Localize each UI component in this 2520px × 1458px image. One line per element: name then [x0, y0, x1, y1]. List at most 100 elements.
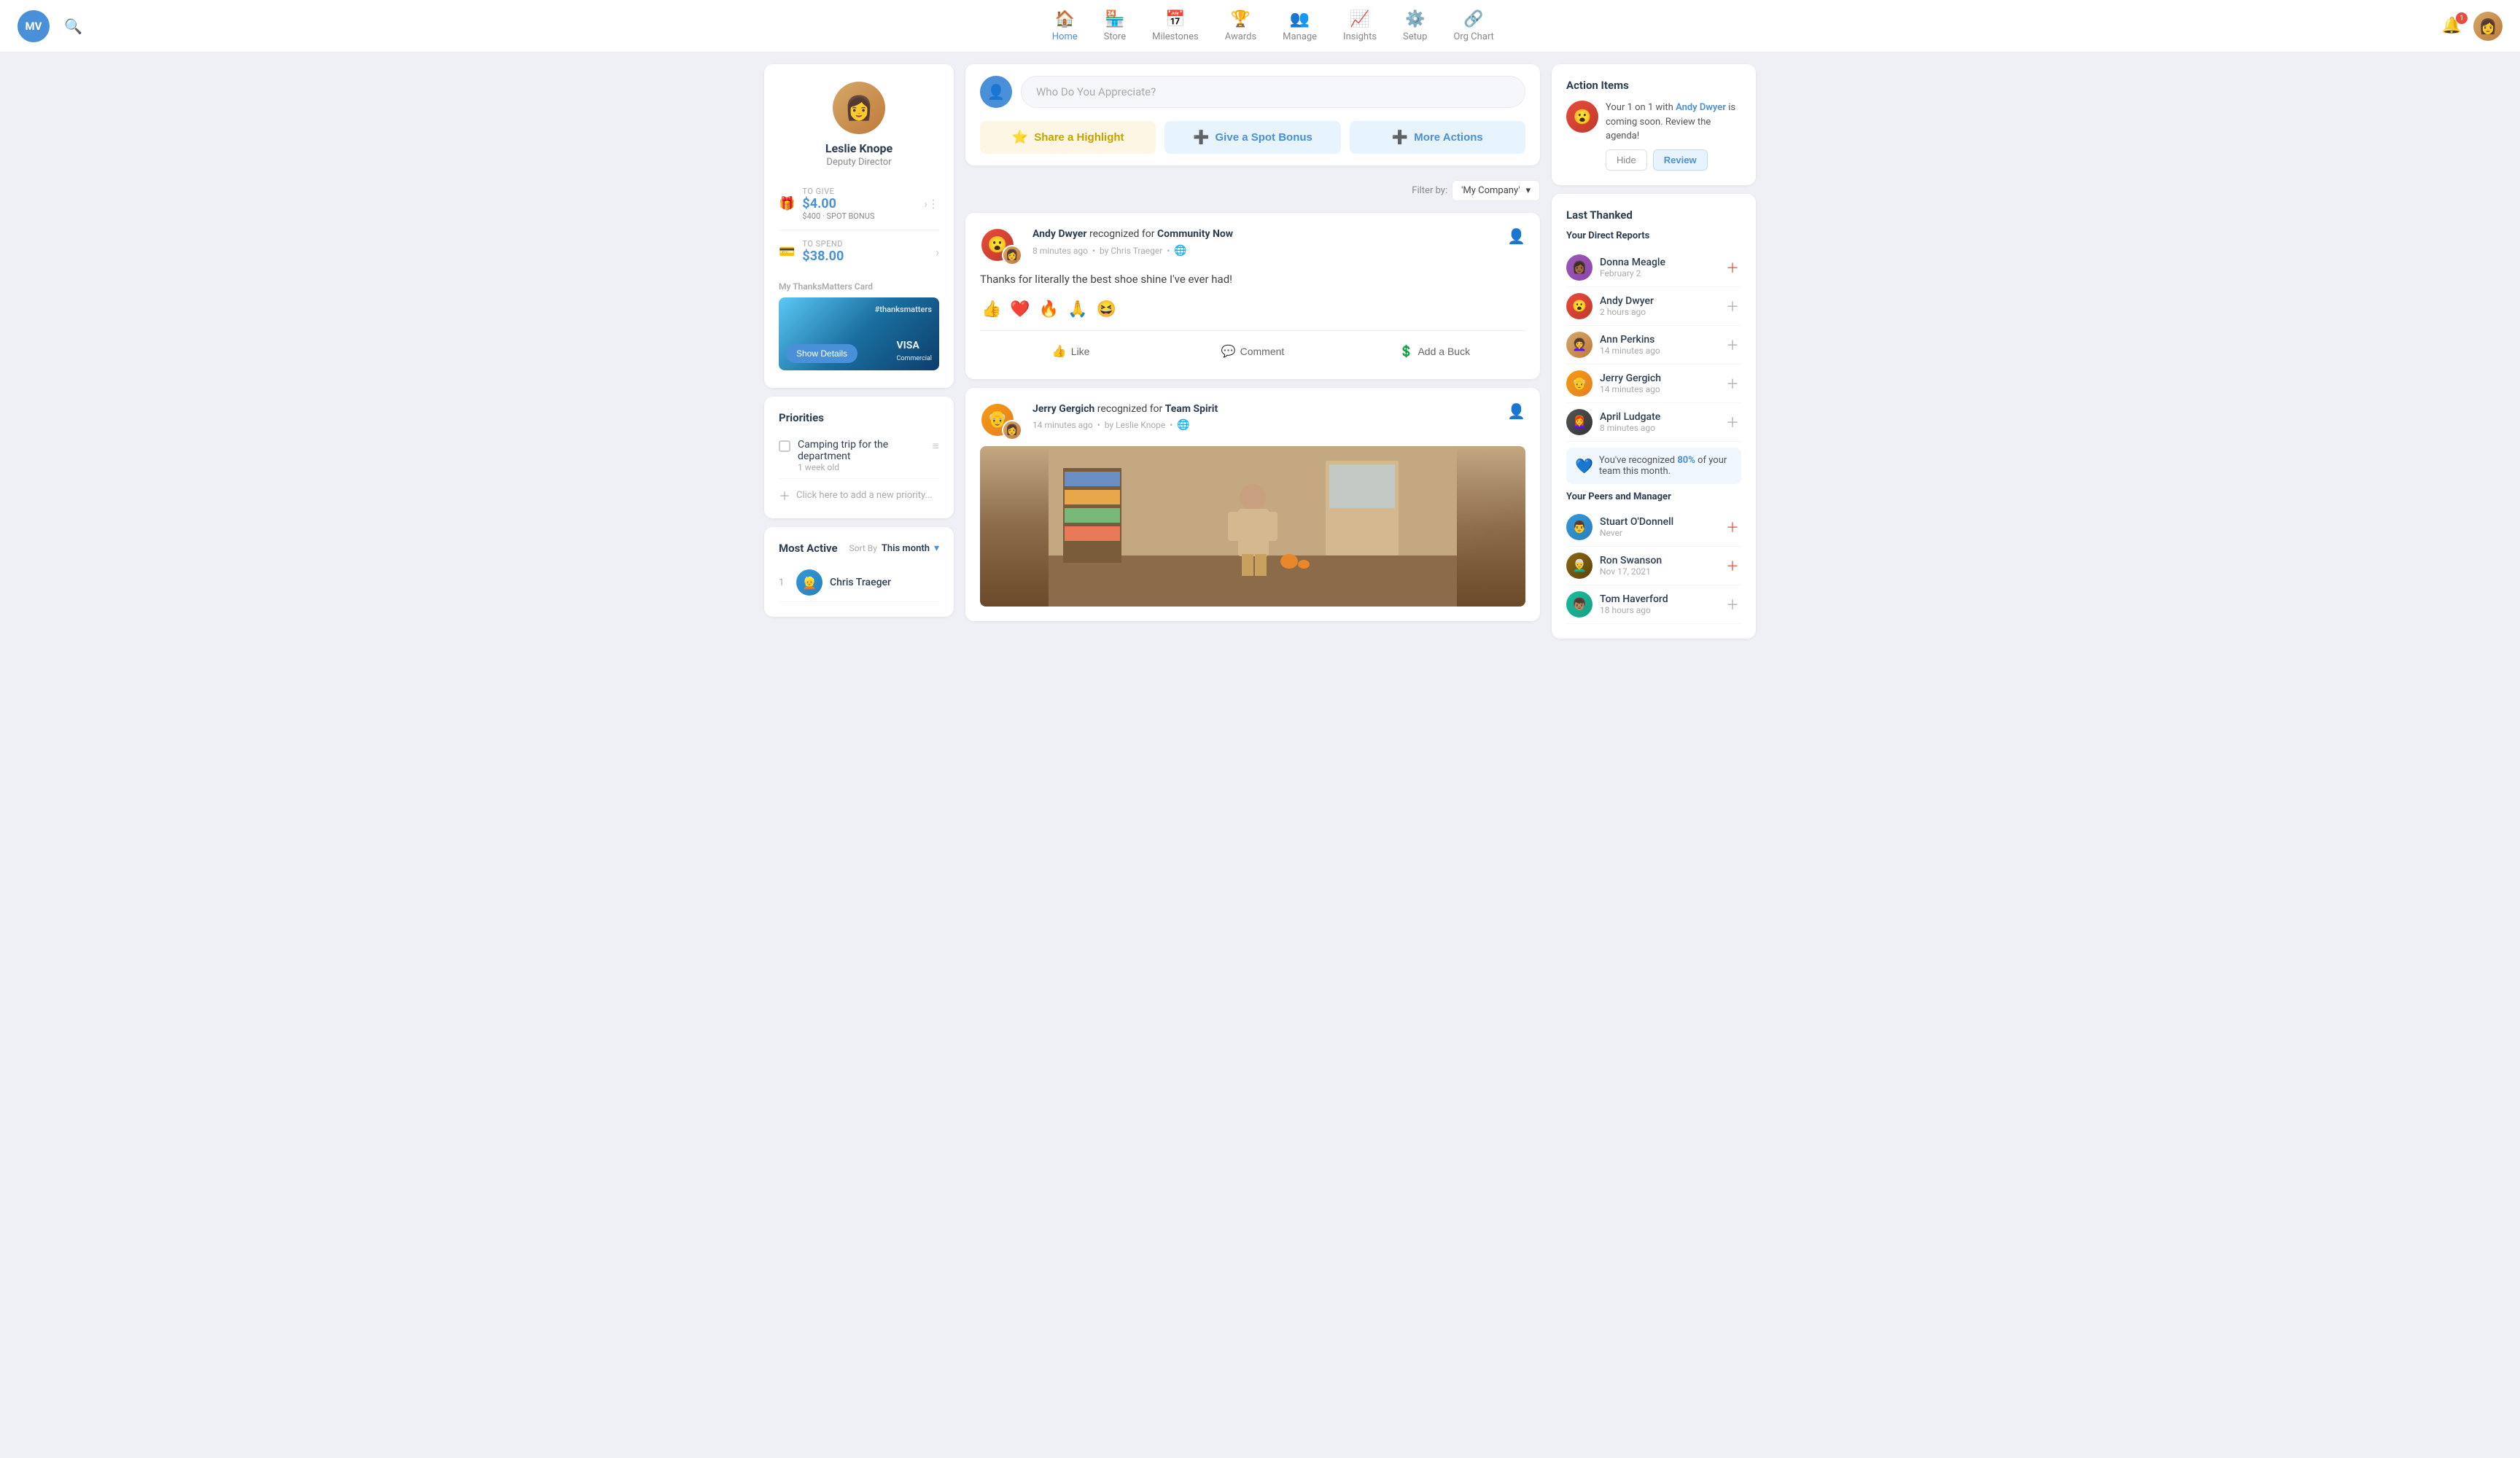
- visa-label: VISACommercial: [897, 340, 933, 363]
- reaction-pray[interactable]: 🙏: [1066, 298, 1089, 320]
- follow-icon-2[interactable]: 👤: [1507, 402, 1525, 420]
- ron-info: Ron Swanson Nov 17, 2021: [1600, 555, 1716, 577]
- ann-info: Ann Perkins 14 minutes ago: [1600, 334, 1716, 356]
- share-highlight-button[interactable]: ⭐ Share a Highlight: [980, 121, 1156, 154]
- action-item-link[interactable]: Andy Dwyer: [1676, 102, 1726, 113]
- nav-item-insights[interactable]: 📈Insights: [1343, 10, 1377, 42]
- priority-checkbox[interactable]: [779, 440, 790, 452]
- thank-jerry-button[interactable]: ＋: [1724, 375, 1741, 392]
- stuart-time: Never: [1600, 528, 1716, 538]
- priorities-card: Priorities Camping trip for the departme…: [764, 397, 954, 518]
- comment-button-1[interactable]: 💬 Comment: [1162, 338, 1343, 364]
- give-spot-bonus-button[interactable]: ➕ Give a Spot Bonus: [1164, 121, 1340, 154]
- nav-item-org-chart[interactable]: 🔗 Org Chart: [1453, 10, 1493, 42]
- jerry-name: Jerry Gergich: [1600, 373, 1716, 384]
- feed-image-scene: [980, 446, 1525, 607]
- to-give-label: TO GIVE: [802, 187, 924, 196]
- jerry-info: Jerry Gergich 14 minutes ago: [1600, 373, 1716, 394]
- appreciate-bar: 👤 Who Do You Appreciate? ⭐ Share a Highl…: [965, 64, 1540, 165]
- feed-header-2: 👴 👩 Jerry Gergich recognized for Team Sp…: [980, 402, 1525, 437]
- reaction-thumbs-up[interactable]: 👍: [980, 298, 1003, 320]
- nav-item-store[interactable]: 🏪Store: [1104, 10, 1126, 42]
- to-spend-label: TO SPEND: [802, 239, 936, 249]
- to-give-row[interactable]: 🎁 TO GIVE $4.00 $400 · SPOT BONUS › ⋮: [779, 178, 939, 230]
- notifications-bell[interactable]: 🔔 1: [2442, 17, 2462, 35]
- to-spend-row[interactable]: 💳 TO SPEND $38.00 ›: [779, 230, 939, 273]
- show-details-button[interactable]: Show Details: [786, 344, 858, 363]
- thank-andy-button[interactable]: ＋: [1724, 297, 1741, 315]
- filter-value: 'My Company': [1461, 185, 1520, 196]
- appreciate-avatar-icon: 👤: [980, 76, 1012, 108]
- to-give-sub: $400 · SPOT BONUS: [802, 211, 924, 221]
- hide-button[interactable]: Hide: [1606, 149, 1647, 171]
- manage-nav-icon: 👥: [1290, 10, 1310, 28]
- nav-items: 🏠Home 🏪Store 📅Milestones 🏆Awards 👥Manage 📈Ins…: [104, 10, 2442, 42]
- reaction-fire[interactable]: 🔥: [1038, 298, 1060, 320]
- ron-name: Ron Swanson: [1600, 555, 1716, 566]
- like-button-1[interactable]: 👍 Like: [980, 338, 1162, 364]
- reaction-heart[interactable]: ❤️: [1008, 298, 1031, 320]
- thank-tom-button[interactable]: ＋: [1724, 596, 1741, 613]
- review-button[interactable]: Review: [1653, 149, 1708, 171]
- donna-time: February 2: [1600, 268, 1716, 278]
- thank-ann-button[interactable]: ＋: [1724, 336, 1741, 354]
- to-spend-amount: $38.00: [802, 249, 936, 264]
- org-chart-nav-icon: 🔗: [1463, 10, 1483, 28]
- card-icon: 💳: [779, 244, 795, 260]
- profile-card: 👩 Leslie Knope Deputy Director 🎁 TO GIVE…: [764, 64, 954, 388]
- more-actions-button[interactable]: ➕ More Actions: [1350, 121, 1525, 154]
- profile-title: Deputy Director: [826, 157, 891, 168]
- top-navigation: MV 🔍 🏠Home 🏪Store 📅Milestones 🏆Awards 👥Manag…: [0, 0, 2520, 52]
- nav-item-setup[interactable]: ⚙️Setup: [1403, 10, 1427, 42]
- nav-item-manage[interactable]: 👥Manage: [1283, 10, 1317, 42]
- nav-item-home[interactable]: 🏠Home: [1052, 10, 1078, 42]
- action-item-avatar: 😮: [1566, 101, 1598, 133]
- filter-dropdown[interactable]: 'My Company' ▾: [1452, 180, 1540, 201]
- store-nav-label: Store: [1104, 31, 1126, 42]
- thanked-person-ron: 👨‍🦳 Ron Swanson Nov 17, 2021 ＋: [1566, 547, 1741, 585]
- most-active-header: Most Active Sort By This month ▾: [779, 542, 939, 555]
- nav-item-milestones[interactable]: 📅Milestones: [1152, 10, 1199, 42]
- thank-donna-button[interactable]: ＋: [1724, 259, 1741, 276]
- tom-info: Tom Haverford 18 hours ago: [1600, 593, 1716, 615]
- ann-time: 14 minutes ago: [1600, 346, 1716, 356]
- april-avatar: 👩‍🦰: [1566, 409, 1592, 435]
- april-name: April Ludgate: [1600, 411, 1716, 423]
- recognition-icon: 💙: [1575, 457, 1593, 475]
- user-avatar-nav[interactable]: 👩: [2473, 12, 2502, 41]
- nav-item-awards[interactable]: 🏆Awards: [1225, 10, 1256, 42]
- action-item-row: 😮 Your 1 on 1 with Andy Dwyer is coming …: [1566, 101, 1741, 171]
- add-priority[interactable]: ＋ Click here to add a new priority...: [779, 479, 939, 504]
- direct-reports-list: 👩🏾 Donna Meagle February 2 ＋ 😮 Andy Dwye…: [1566, 249, 1741, 442]
- thank-stuart-button[interactable]: ＋: [1724, 518, 1741, 536]
- post1-by: by Chris Traeger: [1100, 246, 1162, 256]
- to-give-menu[interactable]: ⋮: [928, 197, 939, 211]
- appreciate-input-row: 👤 Who Do You Appreciate?: [980, 76, 1525, 108]
- stuart-name: Stuart O'Donnell: [1600, 516, 1716, 528]
- action-item-buttons: Hide Review: [1606, 149, 1741, 171]
- buck-button-1[interactable]: 💲 Add a Buck: [1344, 338, 1525, 364]
- star-icon: ⭐: [1012, 130, 1028, 145]
- feed-title-2: Jerry Gergich recognized for Team Spirit: [1032, 402, 1507, 417]
- org-chart-nav-label: Org Chart: [1453, 31, 1493, 42]
- april-info: April Ludgate 8 minutes ago: [1600, 411, 1716, 433]
- globe-icon-1: 🌐: [1174, 245, 1186, 257]
- reaction-laugh[interactable]: 😆: [1095, 298, 1118, 320]
- ron-avatar: 👨‍🦳: [1566, 553, 1592, 579]
- app-logo[interactable]: MV: [18, 10, 50, 42]
- appreciate-input[interactable]: Who Do You Appreciate?: [1021, 76, 1525, 108]
- thank-ron-button[interactable]: ＋: [1724, 557, 1741, 574]
- thank-april-button[interactable]: ＋: [1724, 413, 1741, 431]
- follow-icon-1[interactable]: 👤: [1507, 227, 1525, 245]
- action-item-text: Your 1 on 1 with Andy Dwyer is coming so…: [1606, 101, 1741, 144]
- buck-icon: 💲: [1399, 344, 1414, 359]
- most-active-title: Most Active: [779, 542, 838, 555]
- priority-item: Camping trip for the department 1 week o…: [779, 433, 939, 479]
- post1-action: recognized for: [1089, 228, 1157, 240]
- profile-avatar: 👩: [833, 82, 885, 134]
- sort-by-control[interactable]: Sort By This month ▾: [849, 542, 940, 554]
- add-priority-label: Click here to add a new priority...: [796, 490, 933, 501]
- post2-time: 14 minutes ago: [1032, 420, 1093, 430]
- profile-name: Leslie Knope: [825, 141, 892, 155]
- search-icon[interactable]: 🔍: [64, 17, 82, 35]
